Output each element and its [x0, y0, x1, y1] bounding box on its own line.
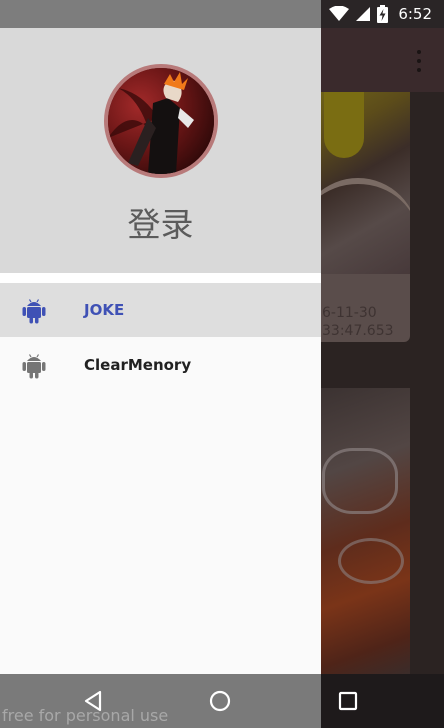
android-icon — [22, 299, 46, 324]
more-vert-icon[interactable] — [416, 50, 422, 72]
drawer-item-joke[interactable]: JOKE — [0, 283, 321, 337]
drawer-header: 登录 — [0, 28, 321, 273]
feed-card[interactable]: 6-11-30 33:47.653 — [318, 92, 410, 342]
recents-icon[interactable] — [334, 687, 362, 715]
card-timestamp: 6-11-30 33:47.653 — [322, 304, 394, 340]
card-date: 6-11-30 — [322, 305, 377, 321]
status-bar-scrim — [0, 0, 321, 28]
android-icon — [22, 354, 46, 379]
navigation-drawer: 登录 JOKE ClearMenory — [0, 28, 321, 674]
cell-signal-icon — [356, 7, 371, 21]
watermark: free for personal use — [2, 706, 169, 725]
drawer-item-label: ClearMenory — [84, 356, 192, 374]
login-label[interactable]: 登录 — [0, 198, 321, 246]
avatar-image — [108, 68, 214, 174]
status-icons: 6:52 — [329, 0, 432, 28]
drawer-item-label: JOKE — [84, 301, 125, 319]
status-time: 6:52 — [398, 5, 432, 23]
card-photo — [318, 92, 410, 274]
home-icon[interactable] — [206, 687, 234, 715]
divider — [0, 273, 321, 283]
status-bar: 6:52 — [0, 0, 444, 28]
wifi-icon — [329, 6, 350, 21]
battery-charging-icon — [377, 5, 389, 23]
feed-card-photo[interactable] — [318, 388, 410, 674]
drawer-item-clearmenory[interactable]: ClearMenory — [0, 338, 321, 392]
card-time: 33:47.653 — [322, 323, 394, 339]
avatar[interactable] — [104, 64, 218, 178]
